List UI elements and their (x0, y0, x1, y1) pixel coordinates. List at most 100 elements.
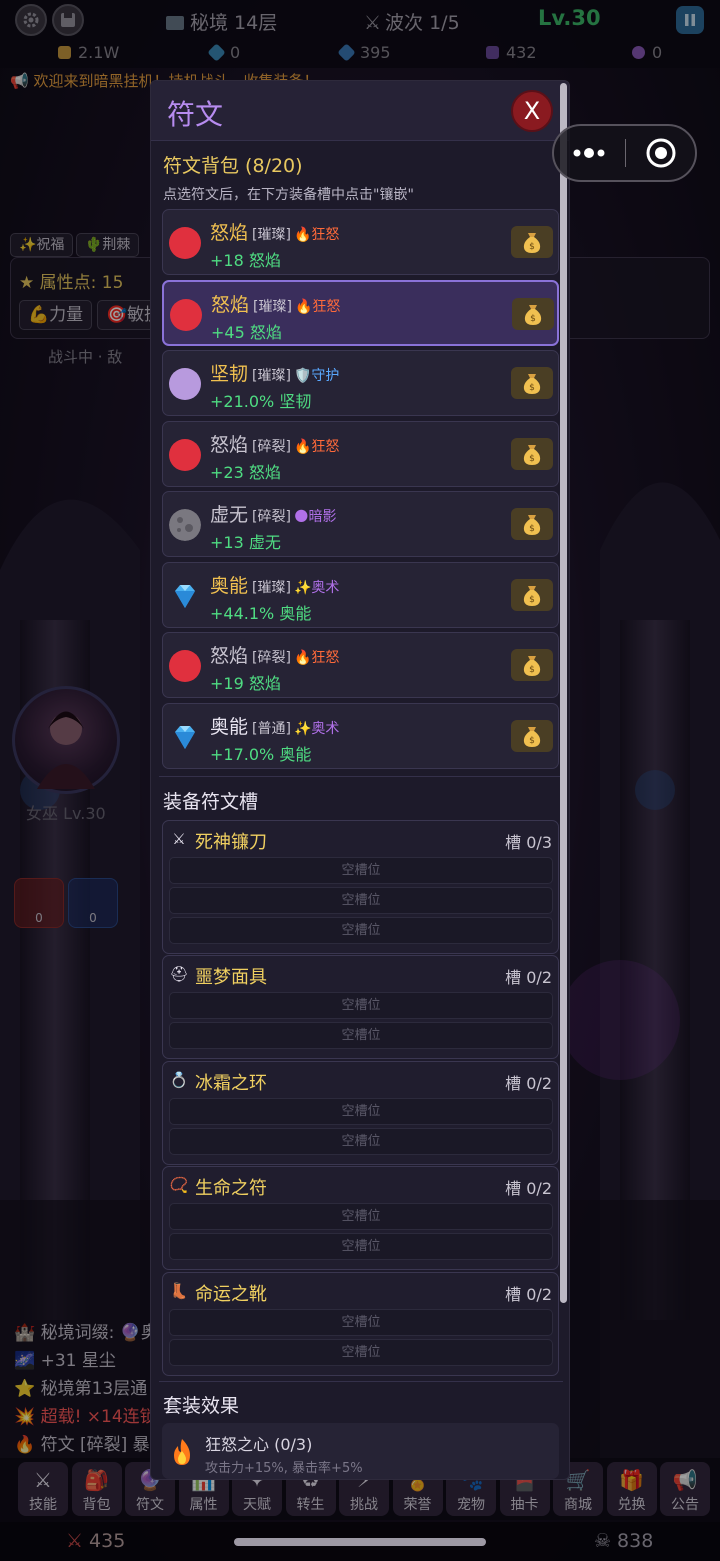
svg-text:$: $ (529, 454, 535, 464)
diamond-rune-icon (175, 584, 195, 608)
divider (159, 1381, 563, 1382)
close-button[interactable]: X (511, 90, 553, 132)
helmet-icon: ⛑ (169, 965, 189, 983)
empty-rune-slot[interactable]: 空槽位 (169, 857, 553, 884)
sell-rune-button[interactable]: $ (511, 226, 553, 258)
empty-rune-slot[interactable]: 空槽位 (169, 1098, 553, 1125)
rune-title: 怒焰 (210, 222, 249, 244)
money-bag-icon: $ (523, 656, 541, 676)
rune-tier: [璀璨] (253, 298, 292, 315)
rune-stat: +21.0% 坚韧 (210, 392, 312, 411)
exit-button[interactable] (626, 126, 696, 180)
svg-text:$: $ (529, 383, 535, 393)
rune-tier: [璀璨] (252, 368, 291, 384)
rune-tier: [碎裂] (252, 438, 291, 455)
sell-rune-button[interactable]: $ (511, 437, 553, 470)
rune-name: 坚韧 [璀璨] 🛡️守护 (210, 359, 339, 386)
red-rune-icon (169, 227, 201, 259)
rune-stat: +13 虚无 (210, 533, 281, 552)
rune-set: 🔥狂怒 (294, 298, 341, 315)
rune-card[interactable]: 奥能 [普通] ✨奥术 +17.0% 奥能 $ (162, 702, 559, 769)
rune-set: 🛡️守护 (293, 368, 340, 384)
modal-scrollbar[interactable] (560, 83, 567, 1303)
divider (159, 776, 563, 777)
empty-rune-slot[interactable]: 空槽位 (169, 1022, 553, 1049)
rune-set: ✨奥术 (293, 720, 340, 737)
modal-header: 符文 X (151, 81, 569, 141)
rune-card[interactable]: 奥能 [璀璨] ✨奥术 +44.1% 奥能 $ (162, 561, 559, 628)
svg-text:$: $ (530, 314, 536, 324)
rune-card[interactable]: 怒焰 [璀璨] 🔥狂怒 +45 怒焰 $ (162, 279, 559, 346)
moon-rune-icon (169, 509, 201, 541)
more-dots-icon (573, 148, 605, 158)
rune-card[interactable]: 坚韧 [璀璨] 🛡️守护 +21.0% 坚韧 $ (162, 350, 559, 416)
rune-set: 🔥狂怒 (293, 650, 340, 666)
rune-card[interactable]: 怒焰 [碎裂] 🔥狂怒 +23 怒焰 $ (162, 420, 559, 487)
rune-set: 🔥狂怒 (293, 227, 340, 243)
more-button[interactable] (554, 126, 626, 180)
modal-title: 符文 (167, 98, 224, 131)
home-indicator[interactable] (234, 1538, 486, 1546)
empty-rune-slot[interactable]: 空槽位 (169, 917, 553, 944)
sell-rune-button[interactable]: $ (511, 649, 553, 681)
sell-rune-button[interactable]: $ (511, 719, 553, 752)
equip-name: 冰霜之环 (195, 1073, 267, 1094)
rune-name: 怒焰 [碎裂] 🔥狂怒 (210, 641, 339, 668)
empty-rune-slot[interactable]: 空槽位 (169, 887, 553, 914)
money-bag-icon: $ (523, 515, 541, 535)
fire-icon (174, 1439, 190, 1465)
empty-rune-slot[interactable]: 空槽位 (169, 992, 553, 1019)
rune-card[interactable]: 怒焰 [璀璨] 🔥狂怒 +18 怒焰 $ (162, 209, 559, 275)
svg-text:$: $ (529, 665, 535, 675)
equip-slot-count: 槽 0/2 (505, 1074, 552, 1093)
rune-tier: [碎裂] (252, 650, 291, 666)
money-bag-icon: $ (523, 233, 541, 253)
equip-slot-card: ⚔ 死神镰刀槽 0/3 空槽位 空槽位 空槽位 (162, 820, 559, 954)
empty-rune-slot[interactable]: 空槽位 (169, 1203, 553, 1230)
rune-name: 怒焰 [碎裂] 🔥狂怒 (210, 430, 339, 457)
svg-text:$: $ (529, 242, 535, 252)
rune-stat: +19 怒焰 (210, 674, 281, 693)
rune-title: 怒焰 (211, 293, 250, 316)
sell-rune-button[interactable]: $ (511, 578, 553, 611)
equip-name: 噩梦面具 (195, 967, 267, 988)
lavender-rune-icon (169, 368, 201, 400)
money-bag-icon: $ (523, 726, 541, 747)
rune-card[interactable]: 虚无 [碎裂] 🌑暗影 +13 虚无 $ (162, 491, 559, 557)
sell-rune-button[interactable]: $ (512, 297, 554, 330)
rune-name: 怒焰 [璀璨] 🔥狂怒 (210, 218, 339, 245)
equip-slot-count: 槽 0/2 (505, 968, 552, 987)
miniprogram-capsule (552, 124, 697, 182)
crossed-swords-icon: ⚔ (172, 830, 186, 848)
sell-rune-button[interactable]: $ (511, 508, 553, 540)
rune-name: 怒焰 [璀璨] 🔥狂怒 (211, 290, 340, 317)
empty-rune-slot[interactable]: 空槽位 (169, 1233, 553, 1260)
svg-text:$: $ (529, 524, 535, 534)
empty-rune-slot[interactable]: 空槽位 (169, 1128, 553, 1155)
empty-rune-slot[interactable]: 空槽位 (169, 1339, 553, 1366)
money-bag-icon: $ (523, 444, 541, 465)
empty-rune-slot[interactable]: 空槽位 (169, 1309, 553, 1336)
rune-set: ✨奥术 (293, 579, 340, 596)
set-effect-desc: 攻击力+15%, 暴击率+5% (205, 1461, 363, 1476)
equip-name: 死神镰刀 (195, 832, 267, 853)
equip-slot-count: 槽 0/3 (505, 833, 552, 852)
red-rune-icon (169, 650, 201, 682)
set-effect-card: 狂怒之心 (0/3) 攻击力+15%, 暴击率+5% (162, 1423, 559, 1479)
diamond-rune-icon (175, 725, 195, 749)
rune-title: 怒焰 (210, 645, 249, 667)
amulet-icon: 📿 (169, 1176, 189, 1194)
ring-icon: 💍 (169, 1071, 189, 1089)
rune-bag-title: 符文背包 (8/20) (163, 155, 303, 177)
rune-tier: [璀璨] (252, 579, 291, 596)
equip-slot-count: 槽 0/2 (505, 1179, 552, 1198)
rune-card[interactable]: 怒焰 [碎裂] 🔥狂怒 +19 怒焰 $ (162, 632, 559, 698)
rune-name: 虚无 [碎裂] 🌑暗影 (210, 500, 337, 527)
equip-name: 生命之符 (195, 1178, 267, 1199)
money-bag-icon: $ (523, 374, 541, 394)
equip-slot-card: ⛑ 噩梦面具槽 0/2 空槽位 空槽位 (162, 955, 559, 1059)
target-icon (646, 138, 676, 168)
rune-stat: +44.1% 奥能 (210, 603, 312, 623)
sell-rune-button[interactable]: $ (511, 367, 553, 399)
rune-set: 🔥狂怒 (293, 438, 340, 455)
